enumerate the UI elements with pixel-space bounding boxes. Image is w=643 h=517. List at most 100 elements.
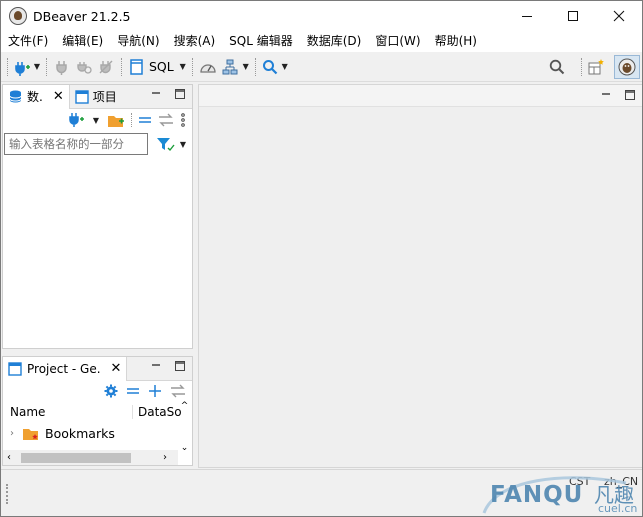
scroll-up-icon[interactable]: ^ [181,401,189,411]
view-menu-icon[interactable] [180,113,186,127]
navigator-panel-controls [150,88,186,100]
collapse-all-icon[interactable] [126,384,140,398]
menu-navigate[interactable]: 导航(N) [110,31,166,52]
navigator-tabs: 数. ✕ 项目 [3,84,192,109]
close-tab-icon[interactable]: ✕ [111,361,122,376]
menu-file[interactable]: 文件(F) [1,31,55,52]
maximize-view-icon[interactable] [624,89,636,101]
sql-editor-dropdown[interactable]: ▼ [178,56,188,78]
expand-chevron-icon[interactable]: › [10,428,22,439]
magnifier-icon [549,59,565,74]
tab-projects[interactable]: 项目 [70,85,122,109]
search-toolbar-button[interactable] [260,56,280,78]
project-horizontal-scrollbar[interactable]: ‹ › [3,450,178,465]
disconnect-button[interactable] [95,56,117,78]
database-navigator-panel: 数. ✕ 项目 ▼ ▼ [2,84,193,349]
editor-tab-bar [199,85,642,107]
link-editor-icon[interactable] [158,113,174,127]
close-button[interactable] [596,1,642,31]
dbeaver-logo-icon [9,7,27,25]
maximize-view-icon[interactable] [174,360,186,372]
new-connection-plug-icon[interactable] [67,112,85,128]
toolbar-grip [7,57,8,76]
bookmarks-folder-icon [23,428,38,440]
filter-dropdown[interactable]: ▼ [178,140,188,149]
menu-search[interactable]: 搜索(A) [167,31,223,52]
menu-window[interactable]: 窗口(W) [368,31,427,52]
project-vertical-scrollbar[interactable]: ^ ⌄ [177,401,192,453]
tree-item-bookmarks[interactable]: › Bookmarks [3,423,192,443]
editor-panel-controls [600,89,636,101]
toolbar-separator [46,57,47,76]
gear-icon[interactable] [104,384,118,398]
new-connection-button[interactable] [12,56,32,78]
expand-all-icon[interactable] [148,384,162,398]
erd-button[interactable] [219,56,241,78]
tab-project-general[interactable]: Project - Ge. ✕ [3,357,128,381]
new-folder-icon[interactable] [107,112,125,128]
title-bar: DBeaver 21.2.5 [1,1,642,31]
sql-editor-button[interactable]: SQL [126,56,178,78]
main-toolbar: ▼ SQL ▼ ▼ ▼ [1,52,642,82]
minimize-button[interactable] [504,1,550,31]
menu-bar: 文件(F) 编辑(E) 导航(N) 搜索(A) SQL 编辑器 数据库(D) 窗… [1,31,642,52]
menu-database[interactable]: 数据库(D) [300,31,369,52]
scroll-left-icon[interactable]: ‹ [7,452,11,463]
search-icon [262,59,278,74]
table-filter-input[interactable] [4,133,148,155]
plug-disconnect-icon [99,60,113,73]
maximize-icon [568,11,578,21]
toolbar-separator [581,57,582,76]
minimize-view-icon[interactable] [150,360,162,372]
maximize-button[interactable] [550,1,596,31]
erd-dropdown[interactable]: ▼ [241,56,251,78]
tab-project-general-label: Project - Ge. [27,361,101,376]
tab-database-navigator[interactable]: 数. ✕ [3,84,70,109]
filter-icon[interactable] [156,136,176,152]
project-window-icon [75,89,89,104]
dbeaver-perspective-button[interactable] [614,54,640,79]
status-bar: CST zh_CN [1,469,642,516]
global-search-button[interactable] [547,56,567,78]
scroll-down-icon[interactable]: ⌄ [181,443,189,453]
column-header-datasource[interactable]: DataSo [133,405,182,419]
search-dropdown[interactable]: ▼ [280,56,290,78]
menu-edit[interactable]: 编辑(E) [55,31,110,52]
maximize-view-icon[interactable] [174,88,186,100]
close-icon [613,10,625,22]
dashboard-button[interactable] [197,56,219,78]
reconnect-button[interactable] [73,56,95,78]
status-grip [6,484,10,504]
link-editor-icon[interactable] [170,384,186,398]
navigator-toolbar-separator [131,113,132,127]
navigator-toolbar: ▼ [3,109,192,131]
window-controls [504,1,642,31]
open-perspective-button[interactable] [585,56,607,78]
toolbar-separator [191,57,193,76]
menu-sql-editor[interactable]: SQL 编辑器 [222,31,300,52]
plug-refresh-icon [77,61,92,74]
scroll-right-icon[interactable]: › [163,452,167,463]
column-header-name[interactable]: Name [3,405,133,419]
sql-button-label: SQL [149,59,174,74]
gauge-icon [200,63,216,73]
new-connection-dropdown[interactable]: ▼ [32,56,42,78]
toolbar-separator [121,57,122,76]
horizontal-scroll-thumb[interactable] [21,453,131,463]
close-tab-icon[interactable]: ✕ [53,89,64,104]
tree-item-label: Bookmarks [45,425,115,441]
status-locale: zh_CN [604,475,639,488]
menu-help[interactable]: 帮助(H) [428,31,484,52]
collapse-all-icon[interactable] [138,113,152,127]
connect-button[interactable] [51,56,73,78]
project-general-panel: Project - Ge. ✕ Name DataSo › Bookmarks … [2,356,193,466]
project-icon [8,361,22,376]
minimize-view-icon[interactable] [150,88,162,100]
project-toolbar [3,381,192,401]
perspective-add-icon [588,58,604,74]
new-connection-menu-dropdown[interactable]: ▼ [91,116,101,125]
toolbar-separator [254,57,256,76]
window-title: DBeaver 21.2.5 [33,8,131,24]
diagram-tree-icon [222,59,238,74]
minimize-view-icon[interactable] [600,89,612,101]
